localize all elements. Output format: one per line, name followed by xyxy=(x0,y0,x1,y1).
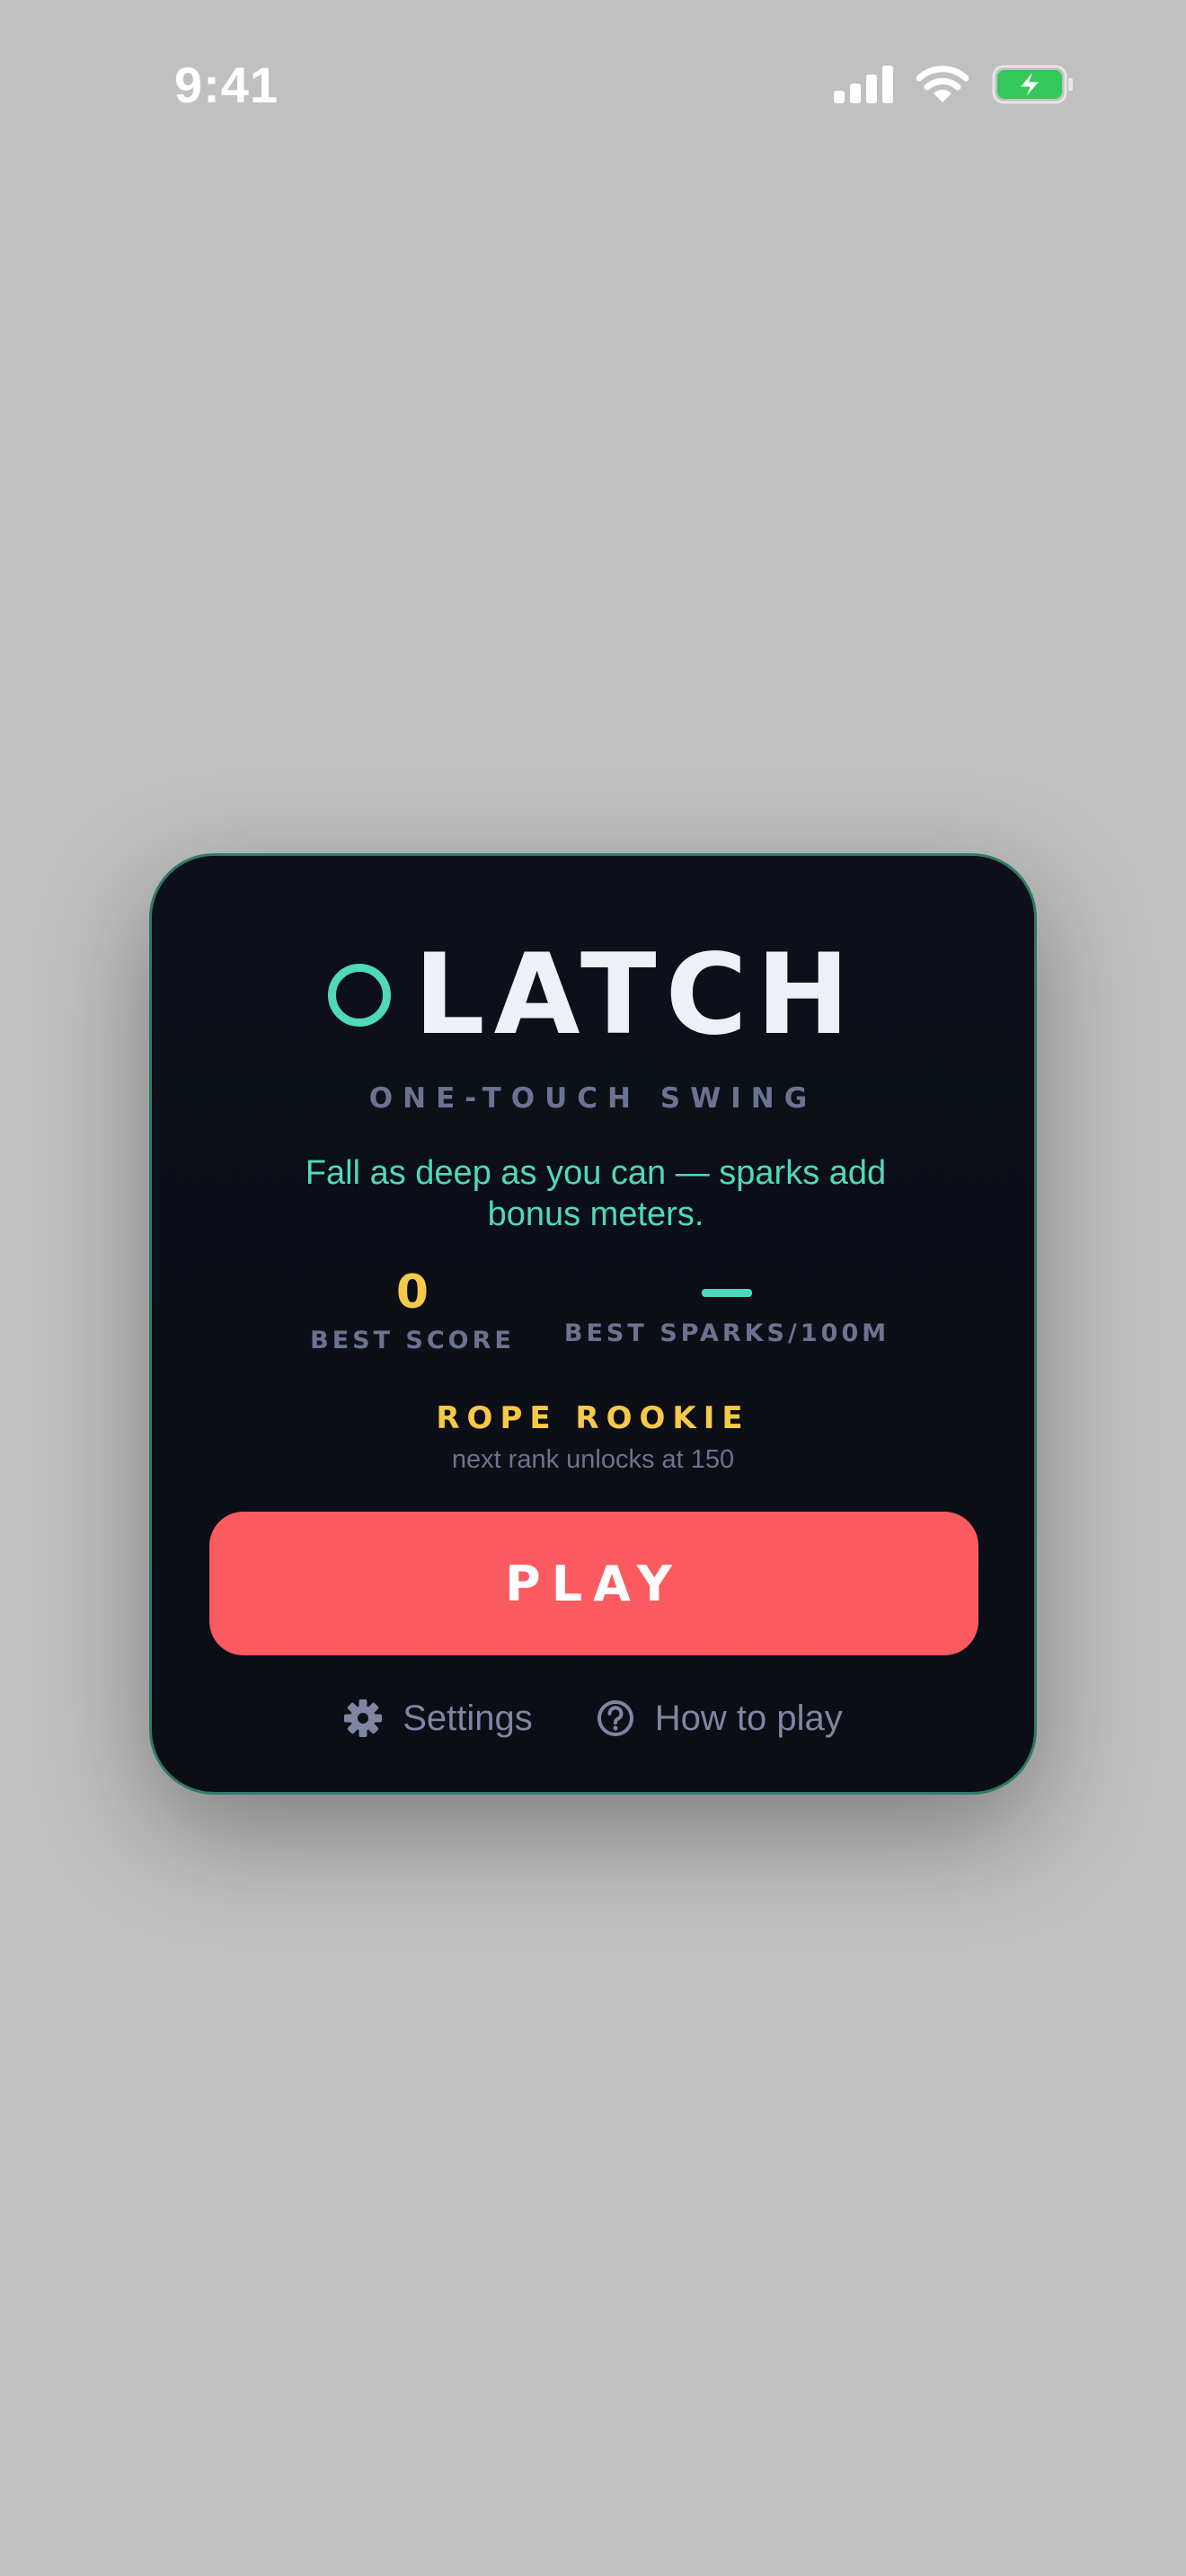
how-to-play-button[interactable]: How to play xyxy=(596,1698,843,1739)
status-icons xyxy=(834,65,1075,108)
game-logo: LATCH xyxy=(152,931,1034,1060)
how-to-play-label: How to play xyxy=(654,1698,843,1738)
game-title: LATCH xyxy=(413,931,859,1060)
game-tagline: Fall as deep as you can — sparks add bon… xyxy=(305,1154,887,1233)
footer-links: Settings How to play xyxy=(152,1691,1034,1745)
status-bar: 9:41 xyxy=(0,0,1186,171)
battery-charging-icon xyxy=(992,65,1075,108)
best-score-label: BEST SCORE xyxy=(310,1327,515,1354)
best-sparks-value xyxy=(702,1289,752,1297)
best-score-stat: 0 BEST SCORE xyxy=(305,1266,520,1354)
best-sparks-stat: BEST SPARKS/100M xyxy=(556,1266,898,1347)
game-subtitle: ONE-TOUCH SWING xyxy=(368,1082,818,1115)
start-screen-card: LATCH ONE-TOUCH SWING Fall as deep as yo… xyxy=(149,853,1037,1795)
rank-title: ROPE ROOKIE xyxy=(436,1400,750,1436)
ring-icon xyxy=(327,964,391,1027)
settings-button[interactable]: Settings xyxy=(343,1698,533,1739)
rank-next-unlock: next rank unlocks at 150 xyxy=(451,1445,735,1474)
best-sparks-label: BEST SPARKS/100M xyxy=(563,1319,890,1347)
question-circle-icon xyxy=(596,1698,635,1738)
stats-row: 0 BEST SCORE BEST SPARKS/100M xyxy=(152,1266,1034,1364)
settings-label: Settings xyxy=(403,1698,533,1738)
status-time: 9:41 xyxy=(174,57,279,113)
gear-icon xyxy=(343,1698,383,1738)
cellular-signal-icon xyxy=(834,66,893,107)
wifi-icon xyxy=(916,65,969,108)
play-button[interactable]: PLAY xyxy=(209,1512,978,1655)
best-score-value: 0 xyxy=(395,1266,429,1319)
